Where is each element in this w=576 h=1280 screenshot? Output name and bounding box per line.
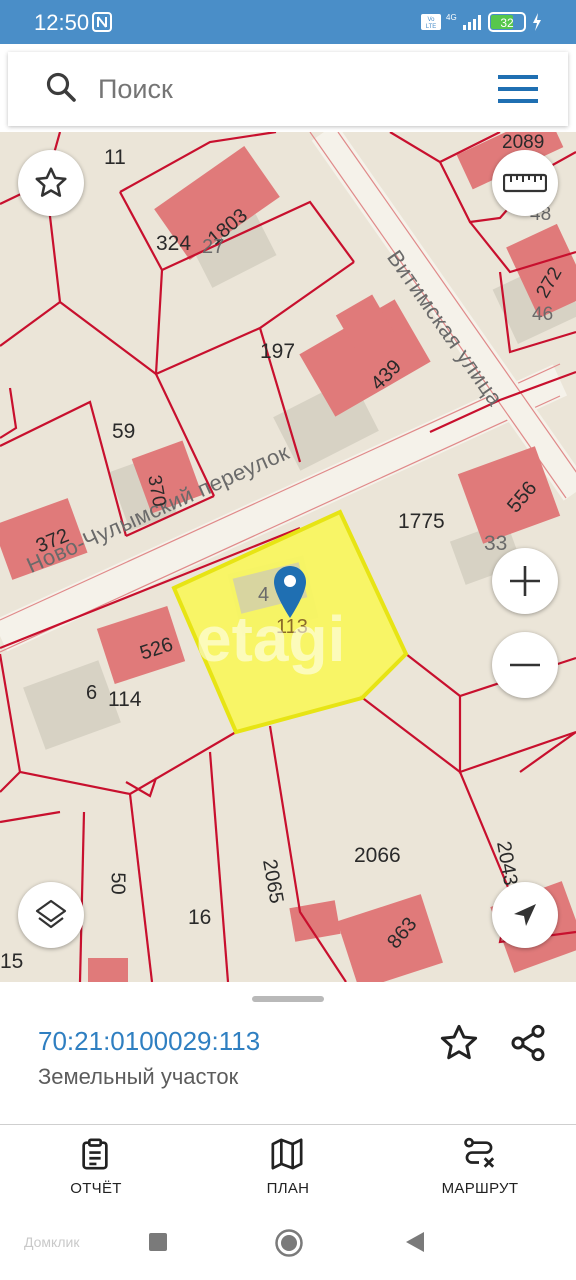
star-icon [35,167,67,197]
status-time: 12:50 [34,10,90,35]
search-bar [8,52,568,126]
bottom-tabs: ОТЧЁТ ПЛАН МАРШРУТ [0,1124,576,1207]
system-nav-bar: Домклик [0,1206,576,1280]
parcel-label: 324 [156,232,192,255]
parcel-info-sheet: 70:21:0100029:113 Земельный участок [0,982,576,1124]
parcel-label: 1775 [398,510,445,533]
tab-route-label: МАРШРУТ [441,1180,519,1197]
layers-icon [35,899,67,929]
svg-text:LTE: LTE [426,24,437,30]
status-indicators: Vo LTE 4G 32 [421,10,546,39]
minus-icon [510,663,540,667]
tab-plan[interactable]: ПЛАН [208,1125,368,1207]
tab-plan-label: ПЛАН [266,1180,310,1197]
recent-apps-button[interactable] [148,1232,168,1257]
location-pin-icon[interactable] [272,564,308,625]
search-input[interactable] [96,66,478,112]
parcel-label: 15 [0,950,24,973]
favorite-map-button[interactable] [18,150,84,216]
cadastral-number[interactable]: 70:21:0100029:113 [38,1026,260,1057]
plus-icon [510,566,540,596]
zoom-in-button[interactable] [492,548,558,614]
menu-icon[interactable] [498,74,538,109]
parcel-label: 2066 [354,844,401,867]
layers-button[interactable] [18,882,84,948]
route-icon [462,1137,496,1176]
search-icon[interactable] [44,70,80,111]
object-type: Земельный участок [38,1064,239,1089]
map-watermark: etagi [196,603,346,675]
navigation-arrow-icon [514,904,536,926]
map-icon [270,1137,304,1176]
map-view[interactable]: Ново-Чулымский переулок Витимская улица … [0,132,576,982]
home-button[interactable] [274,1228,304,1263]
nfc-icon [92,12,112,37]
parcel-label: 11 [104,146,126,169]
svg-text:4G: 4G [446,13,457,22]
parcel-label: 197 [260,340,296,363]
svg-text:32: 32 [500,16,514,30]
parcel-label: 59 [112,420,136,443]
clipboard-icon [78,1137,112,1176]
parcel-label: 33 [484,532,508,555]
back-button[interactable] [404,1230,426,1259]
parcel-label: 46 [532,304,554,325]
svg-text:Vo: Vo [427,17,435,23]
tab-route[interactable]: МАРШРУТ [400,1125,560,1207]
tab-report[interactable]: ОТЧЁТ [16,1125,176,1207]
share-icon[interactable] [508,1022,548,1069]
tab-report-label: ОТЧЁТ [70,1180,122,1197]
parcel-label: 16 [188,906,212,929]
status-bar: 12:50 Vo LTE 4G 32 [0,0,576,44]
domclick-watermark: Домклик [24,1234,80,1250]
cadastral-map[interactable] [0,132,576,982]
parcel-label: 50 [106,872,129,895]
parcel-label: 6 [86,682,98,704]
ruler-icon [503,173,547,193]
parcel-label: 27 [202,236,225,258]
zoom-out-button[interactable] [492,632,558,698]
parcel-label: 114 [108,688,142,711]
ruler-button[interactable] [492,150,558,216]
star-icon[interactable] [438,1022,480,1069]
sheet-drag-handle[interactable] [252,996,324,1002]
locate-me-button[interactable] [492,882,558,948]
